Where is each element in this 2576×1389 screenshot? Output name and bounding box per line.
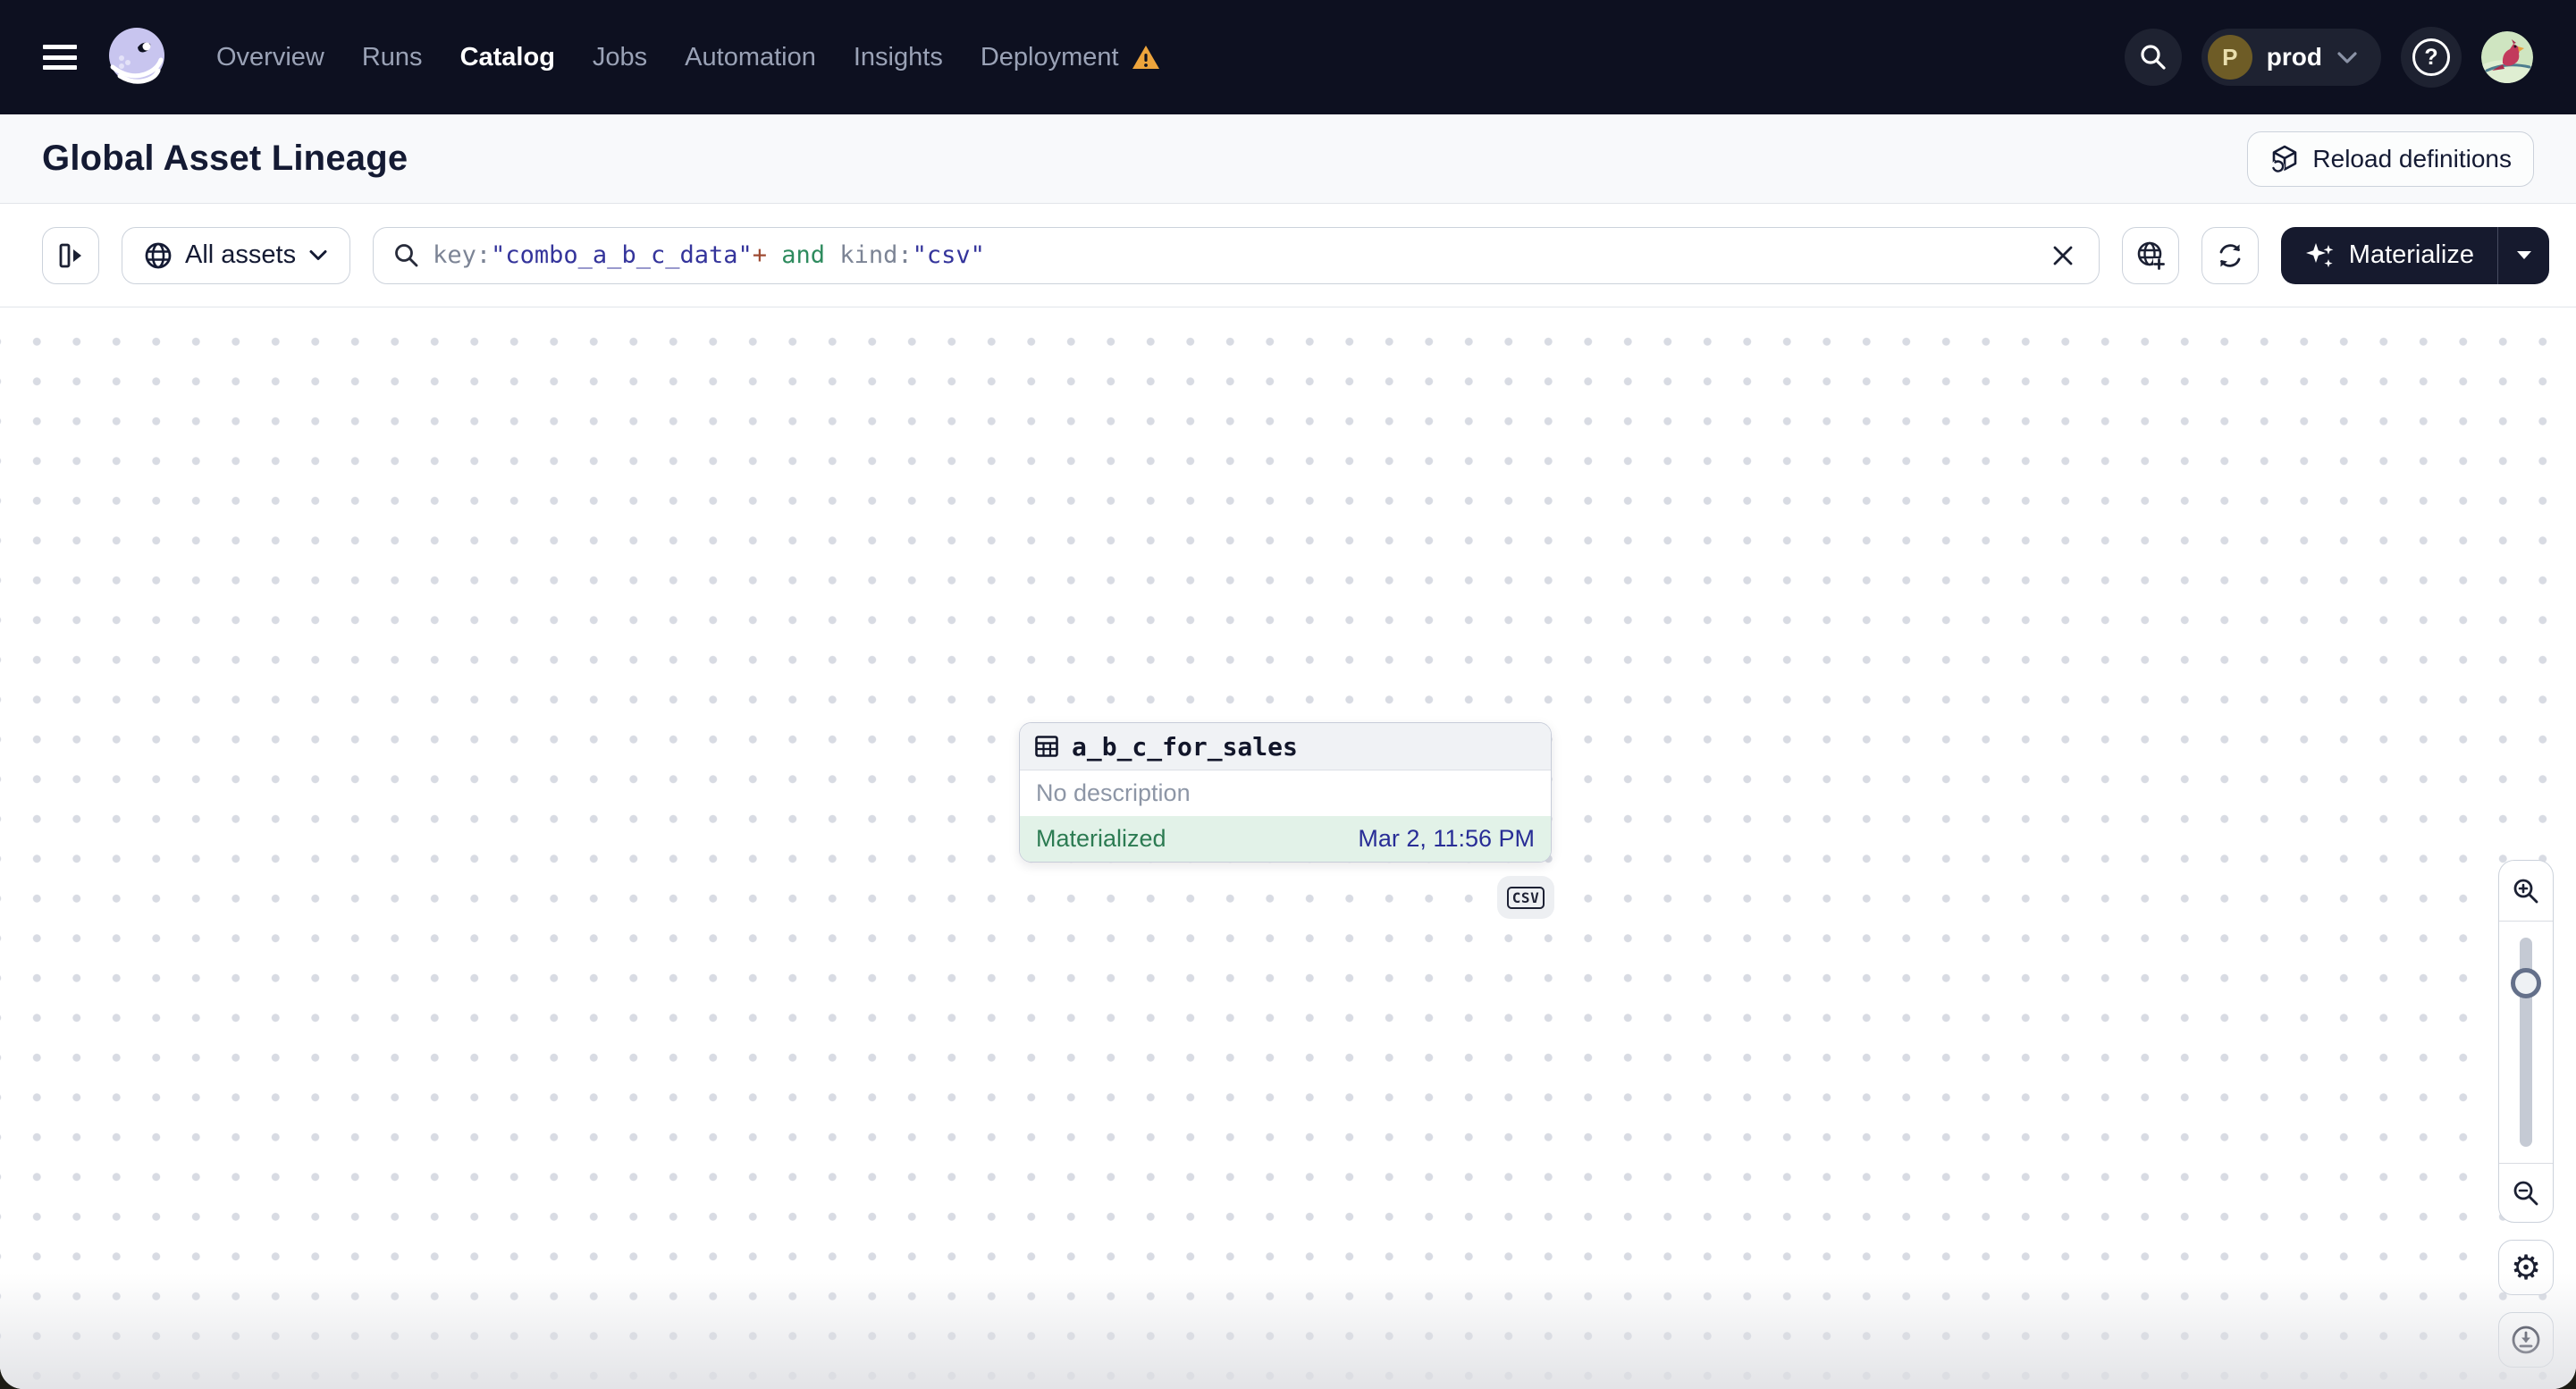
zoom-slider[interactable] xyxy=(2499,922,2553,1163)
top-nav: Overview Runs Catalog Jobs Automation In… xyxy=(0,0,2576,114)
graph-settings-button[interactable]: ⚙ xyxy=(2498,1240,2554,1295)
octopus-logo-icon xyxy=(109,28,164,84)
materialize-split-button: Materialize xyxy=(2280,226,2549,284)
asset-node-description: No description xyxy=(1036,779,1191,806)
lineage-canvas[interactable]: a_b_c_for_sales No description Materiali… xyxy=(0,307,2576,1389)
nav-right: P prod ? xyxy=(2124,27,2533,88)
help-button[interactable]: ? xyxy=(2401,27,2462,88)
zoom-slider-thumb[interactable] xyxy=(2511,968,2541,998)
zoom-in-icon xyxy=(2513,879,2538,903)
nav-item-deployment-label: Deployment xyxy=(980,42,1119,72)
sparkles-icon xyxy=(2305,242,2334,267)
app-window: Overview Runs Catalog Jobs Automation In… xyxy=(0,0,2576,1389)
status-timestamp[interactable]: Mar 2, 11:56 PM xyxy=(1358,825,1535,853)
kind-badge-csv[interactable]: CSV xyxy=(1497,876,1554,919)
status-badge: Materialized xyxy=(1036,825,1166,852)
nav-item-automation[interactable]: Automation xyxy=(685,43,816,72)
globe-icon xyxy=(145,242,172,268)
materialize-button[interactable]: Materialize xyxy=(2281,227,2497,284)
user-avatar[interactable] xyxy=(2481,31,2533,83)
nav-links: Overview Runs Catalog Jobs Automation In… xyxy=(216,43,1160,72)
csv-icon: CSV xyxy=(1506,886,1545,909)
menu-button[interactable] xyxy=(43,45,77,70)
asset-filter-button[interactable]: All assets xyxy=(122,226,351,284)
table-icon xyxy=(1035,736,1058,757)
caret-down-icon xyxy=(2516,251,2531,259)
nav-item-catalog[interactable]: Catalog xyxy=(460,43,555,72)
search-query: key:"combo_a_b_c_data"+ and kind:"csv" xyxy=(433,241,985,269)
clear-search-button[interactable] xyxy=(2047,240,2079,272)
zoom-controls xyxy=(2498,860,2554,1223)
close-icon xyxy=(2053,246,2073,265)
download-image-button[interactable] xyxy=(2498,1312,2554,1368)
materialize-dropdown-button[interactable] xyxy=(2497,226,2549,284)
cardinal-avatar-image xyxy=(2481,31,2533,83)
hamburger-icon xyxy=(43,45,77,49)
zoom-out-icon xyxy=(2513,1181,2538,1205)
open-left-panel-button[interactable] xyxy=(42,226,99,284)
search-icon xyxy=(395,243,418,266)
search-input[interactable]: key:"combo_a_b_c_data"+ and kind:"csv" xyxy=(373,226,2100,284)
lineage-toolbar: All assets key:"combo_a_b_c_data"+ and k… xyxy=(0,204,2576,307)
zoom-out-button[interactable] xyxy=(2499,1163,2553,1222)
refresh-button[interactable] xyxy=(2201,226,2259,284)
question-icon: ? xyxy=(2412,38,2450,76)
asset-filter-label: All assets xyxy=(185,240,297,269)
download-icon xyxy=(2512,1326,2540,1354)
reload-definitions-label: Reload definitions xyxy=(2312,144,2512,173)
reload-definitions-button[interactable]: Reload definitions xyxy=(2247,130,2534,187)
asset-node[interactable]: a_b_c_for_sales No description Materiali… xyxy=(1019,722,1552,863)
global-search-button[interactable] xyxy=(2124,29,2182,86)
warning-icon xyxy=(1132,46,1159,69)
globe-plus-icon xyxy=(2137,241,2165,270)
nav-item-runs[interactable]: Runs xyxy=(362,43,423,72)
refresh-icon xyxy=(2219,243,2241,267)
chevron-down-icon xyxy=(2337,52,2357,63)
nav-item-overview[interactable]: Overview xyxy=(216,43,324,72)
dagster-logo[interactable] xyxy=(102,22,172,92)
gear-icon: ⚙ xyxy=(2510,1248,2542,1287)
panel-toggle-icon xyxy=(59,243,81,267)
environment-name: prod xyxy=(2266,43,2322,71)
nav-item-jobs[interactable]: Jobs xyxy=(593,43,647,72)
nav-item-deployment[interactable]: Deployment xyxy=(981,43,1160,72)
environment-avatar: P xyxy=(2207,35,2252,80)
materialize-label: Materialize xyxy=(2348,240,2474,269)
nav-item-insights[interactable]: Insights xyxy=(854,43,943,72)
chevron-down-icon xyxy=(309,250,327,260)
page-title: Global Asset Lineage xyxy=(42,139,408,178)
page-header: Global Asset Lineage Reload definitions xyxy=(0,114,2576,204)
search-icon xyxy=(2141,45,2166,70)
expand-graph-scope-button[interactable] xyxy=(2121,226,2179,284)
asset-node-header: a_b_c_for_sales xyxy=(1020,723,1551,770)
environment-switcher[interactable]: P prod xyxy=(2201,29,2381,86)
cube-reload-icon xyxy=(2271,145,2297,173)
zoom-in-button[interactable] xyxy=(2499,861,2553,922)
asset-node-title: a_b_c_for_sales xyxy=(1072,731,1298,762)
asset-node-status-row: Materialized Mar 2, 11:56 PM xyxy=(1020,816,1551,862)
